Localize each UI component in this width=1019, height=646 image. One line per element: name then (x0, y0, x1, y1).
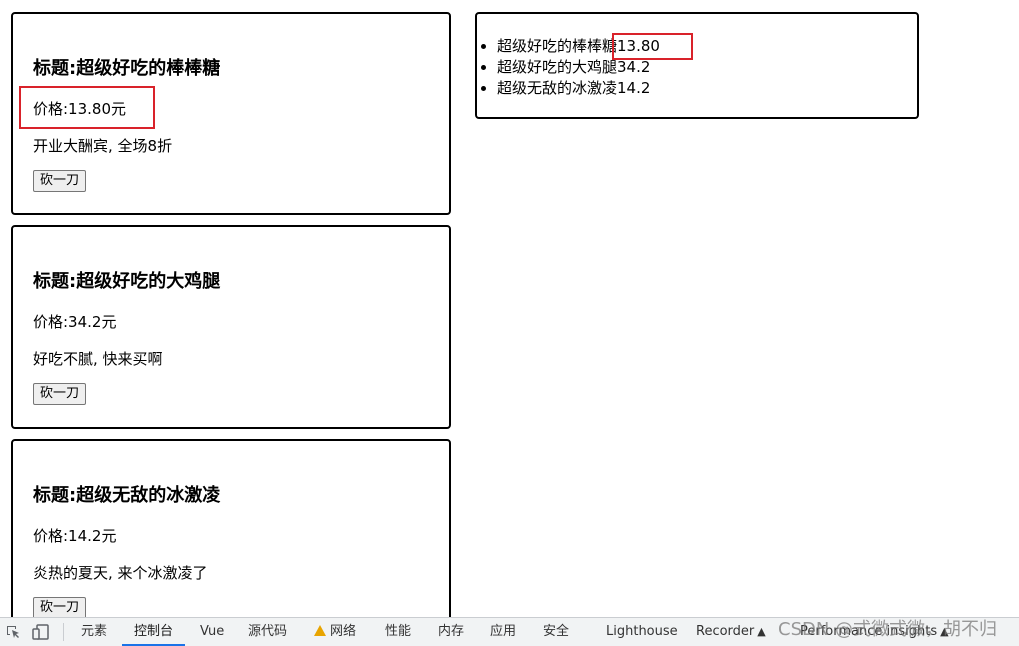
tab-security[interactable]: 安全 (543, 618, 569, 646)
tab-recorder[interactable]: Recorder ▲ (696, 618, 766, 646)
tab-console[interactable]: 控制台 (122, 618, 186, 646)
devtools-tabbar: 元素 控制台 Vue 源代码 网络 性能 内存 应用 安全 Lighthouse… (0, 617, 1019, 646)
tab-vue[interactable]: Vue (200, 618, 224, 646)
experimental-flask-icon: ▲ (757, 625, 766, 638)
experimental-flask-icon: ▲ (940, 625, 949, 638)
tab-performance-insights[interactable]: Performance insights ▲ (800, 618, 949, 646)
cut-price-button[interactable]: 砍一刀 (33, 170, 87, 192)
product-description: 炎热的夏天, 来个冰激凌了 (33, 564, 208, 582)
cut-price-button[interactable]: 砍一刀 (33, 597, 87, 619)
tab-memory[interactable]: 内存 (438, 618, 464, 646)
toolbar-divider (63, 623, 64, 641)
product-card: 标题:超级无敌的冰激凌 价格:14.2元 炎热的夏天, 来个冰激凌了 砍一刀 (11, 439, 451, 643)
product-title: 标题:超级无敌的冰激凌 (33, 485, 221, 506)
tab-network[interactable]: 网络 (314, 618, 356, 646)
product-title: 标题:超级好吃的大鸡腿 (33, 271, 221, 292)
cut-price-button[interactable]: 砍一刀 (33, 383, 87, 405)
page: 标题:超级好吃的棒棒糖 价格:13.80元 开业大酬宾, 全场8折 砍一刀 标题… (0, 0, 1019, 646)
product-card: 标题:超级好吃的大鸡腿 价格:34.2元 好吃不腻, 快来买啊 砍一刀 (11, 225, 451, 429)
tab-performance-insights-label: Performance insights (800, 624, 938, 639)
summary-list-panel: 超级好吃的棒棒糖13.80 超级好吃的大鸡腿34.2 超级无敌的冰激凌14.2 (475, 12, 919, 119)
tab-sources[interactable]: 源代码 (248, 618, 287, 646)
list-item: 超级无敌的冰激凌14.2 (497, 78, 660, 99)
product-title: 标题:超级好吃的棒棒糖 (33, 58, 221, 79)
tab-elements[interactable]: 元素 (81, 618, 107, 646)
list-price-highlight-box (612, 33, 693, 60)
tab-network-label: 网络 (330, 624, 357, 639)
tab-performance[interactable]: 性能 (385, 618, 411, 646)
product-description: 开业大酬宾, 全场8折 (33, 137, 173, 155)
list-item: 超级好吃的大鸡腿34.2 (497, 57, 660, 78)
warning-icon (314, 625, 326, 636)
price-highlight-box (19, 86, 155, 129)
tab-application[interactable]: 应用 (490, 618, 516, 646)
product-description: 好吃不腻, 快来买啊 (33, 350, 163, 368)
product-price: 价格:34.2元 (33, 313, 117, 331)
product-price: 价格:14.2元 (33, 527, 117, 545)
inspect-element-icon[interactable] (5, 624, 21, 640)
tab-lighthouse[interactable]: Lighthouse (606, 618, 678, 646)
tab-recorder-label: Recorder (696, 624, 755, 639)
device-toolbar-icon[interactable] (32, 624, 49, 640)
